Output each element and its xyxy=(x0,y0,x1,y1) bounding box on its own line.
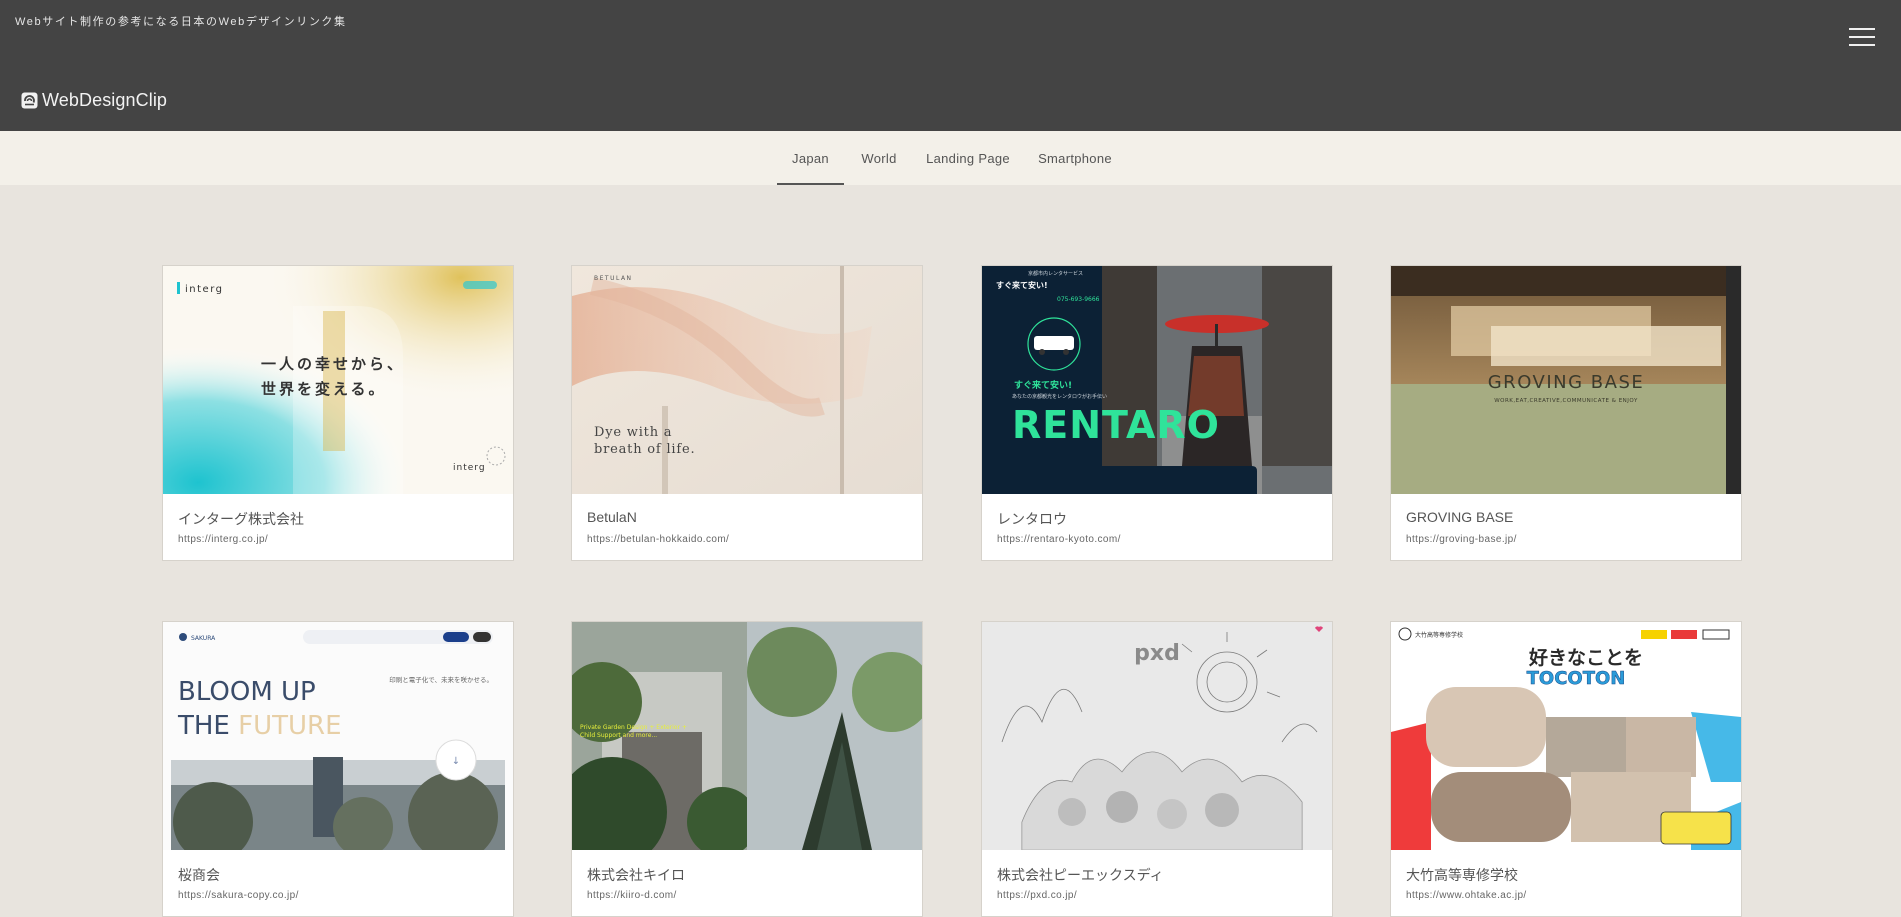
tab-smartphone[interactable]: Smartphone xyxy=(1035,131,1115,185)
thumb-catch: すぐ来て安い! xyxy=(1014,379,1072,391)
site-card-ohtake[interactable]: 大竹高等専修学校 好きなことを TOCOTON 大竹高等専修学校 https:/… xyxy=(1390,621,1742,917)
site-thumbnail: BETULAN Dye with a breath of life. xyxy=(572,266,922,494)
site-card-betulan[interactable]: BETULAN Dye with a breath of life. Betul… xyxy=(571,265,923,561)
thumb-jp: 印刷と電子化で、未来を咲かせる。 xyxy=(389,675,493,684)
site-card-pxd[interactable]: pxd 株式会社ピーエックスディ https://pxd.co.jp/ xyxy=(981,621,1333,917)
site-tagline: Webサイト制作の参考になる日本のWebデザインリンク集 xyxy=(15,16,347,28)
thumb-brand: SAKURA xyxy=(191,635,216,642)
thumb-line-1: Dye with a xyxy=(594,425,672,440)
thumb-brand: interg xyxy=(185,284,223,295)
site-thumbnail: GROVING BASE WORK,EAT,CREATIVE,COMMUNICA… xyxy=(1391,266,1741,494)
thumb-phone: 075-693-9666 xyxy=(1057,296,1100,303)
category-nav: Japan World Landing Page Smartphone xyxy=(0,131,1901,185)
thumb-headline-1: 一人の幸せから、 xyxy=(261,355,405,373)
tab-world[interactable]: World xyxy=(855,131,903,185)
thumb-brand-2: interg xyxy=(453,463,486,473)
hamburger-icon xyxy=(1849,28,1875,30)
svg-text:THE FUTURE: THE FUTURE xyxy=(177,711,342,741)
thumb-line-2a: THE xyxy=(177,711,238,741)
site-thumbnail: interg 一人の幸せから、 世界を変える。 interg xyxy=(163,266,513,494)
card-url: https://groving-base.jp/ xyxy=(1406,534,1517,545)
site-header: Webサイト制作の参考になる日本のWebデザインリンク集 WebDesignCl… xyxy=(0,0,1901,131)
svg-text:京都市内レンタサービス: 京都市内レンタサービス xyxy=(1028,270,1083,277)
thumb-copy: Private Garden Design + Exterior + Child… xyxy=(580,724,687,739)
logo-text: WebDesignClip xyxy=(42,90,168,110)
site-logo[interactable]: WebDesignClip xyxy=(21,90,167,111)
card-url: https://betulan-hokkaido.com/ xyxy=(587,534,730,545)
card-title[interactable]: 株式会社ピーエックスディ xyxy=(997,865,1164,885)
tab-japan[interactable]: Japan xyxy=(777,131,844,185)
svg-text:あなたの京都観光をレンタロウがお手伝い: あなたの京都観光をレンタロウがお手伝い xyxy=(1012,393,1107,400)
hamburger-icon-bar xyxy=(1849,44,1875,46)
thumb-school: 大竹高等専修学校 xyxy=(1415,631,1463,639)
site-thumbnail: 京都市内レンタサービス すぐ来て安い! 075-693-9666 すぐ来て安い!… xyxy=(982,266,1332,494)
site-thumbnail: pxd xyxy=(982,622,1332,850)
hamburger-menu-button[interactable] xyxy=(1846,24,1876,48)
thumb-sub: WORK,EAT,CREATIVE,COMMUNICATE & ENJOY xyxy=(1494,398,1638,404)
site-thumbnail: SAKURA BLOOM UP THE FUTURE 印刷と電子化で、未来を咲か… xyxy=(163,622,513,850)
card-url: https://www.ohtake.ac.jp/ xyxy=(1406,890,1527,901)
thumb-line-2b: FUTURE xyxy=(238,711,341,741)
card-title[interactable]: BetulaN xyxy=(587,509,637,525)
thumb-brand: RENTARO xyxy=(1012,403,1220,447)
thumb-brand: pxd xyxy=(1134,641,1180,666)
site-card-rentaro[interactable]: 京都市内レンタサービス すぐ来て安い! 075-693-9666 すぐ来て安い!… xyxy=(981,265,1333,561)
thumb-headline-2: 世界を変える。 xyxy=(261,380,387,398)
card-title[interactable]: レンタロウ xyxy=(997,509,1067,529)
svg-text:すぐ来て安い!: すぐ来て安い! xyxy=(996,280,1048,290)
card-url: https://interg.co.jp/ xyxy=(178,534,269,545)
thumb-line-1: BLOOM UP xyxy=(178,677,316,707)
hamburger-icon-bar xyxy=(1849,36,1875,38)
thumb-brand: TOCOTON xyxy=(1527,668,1626,689)
svg-text:↓: ↓ xyxy=(452,756,460,767)
card-url: https://rentaro-kyoto.com/ xyxy=(997,534,1121,545)
card-title[interactable]: 桜商会 xyxy=(178,865,220,885)
site-card-kiiro[interactable]: Private Garden Design + Exterior + Child… xyxy=(571,621,923,917)
site-card-groving-base[interactable]: GROVING BASE WORK,EAT,CREATIVE,COMMUNICA… xyxy=(1390,265,1742,561)
wdc-logo-icon xyxy=(21,92,38,109)
site-card-interg[interactable]: interg 一人の幸せから、 世界を変える。 interg インターグ株式会社… xyxy=(162,265,514,561)
site-card-sakura[interactable]: SAKURA BLOOM UP THE FUTURE 印刷と電子化で、未来を咲か… xyxy=(162,621,514,917)
thumb-brand: BETULAN xyxy=(594,275,633,282)
site-thumbnail: 大竹高等専修学校 好きなことを TOCOTON xyxy=(1391,622,1741,850)
tab-landing-page[interactable]: Landing Page xyxy=(924,131,1012,185)
thumb-catch: 好きなことを xyxy=(1528,646,1643,669)
card-title[interactable]: GROVING BASE xyxy=(1406,509,1513,525)
card-title[interactable]: インターグ株式会社 xyxy=(178,509,304,529)
thumb-line-2: breath of life. xyxy=(594,442,695,457)
thumb-brand: GROVING BASE xyxy=(1488,372,1645,393)
card-url: https://kiiro-d.com/ xyxy=(587,890,677,901)
card-url: https://sakura-copy.co.jp/ xyxy=(178,890,299,901)
card-title[interactable]: 大竹高等専修学校 xyxy=(1406,865,1518,885)
site-thumbnail: Private Garden Design + Exterior + Child… xyxy=(572,622,922,850)
card-title[interactable]: 株式会社キイロ xyxy=(587,865,685,885)
card-url: https://pxd.co.jp/ xyxy=(997,890,1078,901)
